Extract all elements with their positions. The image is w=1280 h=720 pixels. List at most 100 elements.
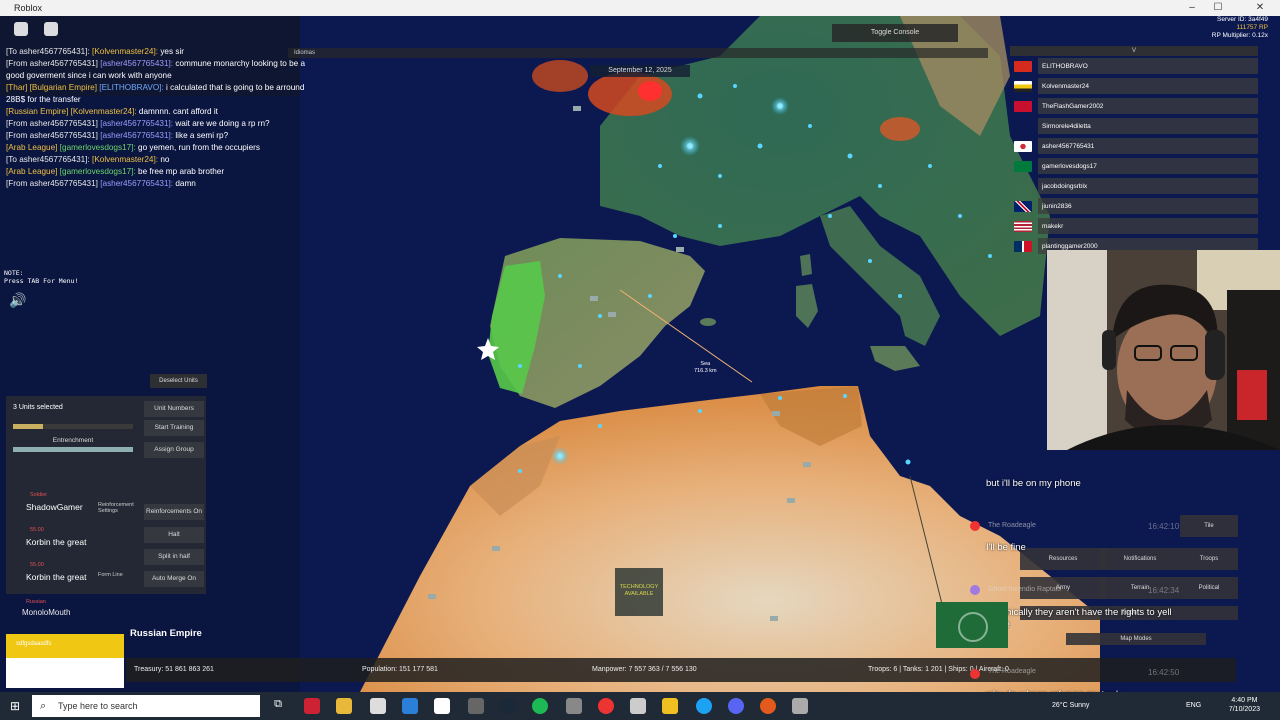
unit-name: Korbin the great (26, 572, 87, 582)
chat-line: 28B$ for the transfer (6, 95, 81, 104)
player-list-header[interactable]: V (1010, 46, 1258, 56)
player-name: jiunin2836 (1038, 198, 1258, 214)
spotify-icon[interactable] (532, 698, 548, 714)
app-icon[interactable] (662, 698, 678, 714)
unit-numbers-button[interactable]: Unit Numbers (144, 401, 204, 417)
streamer-image (1047, 250, 1280, 450)
unit-panel: 3 Units selected Entrenchment Unit Numbe… (6, 396, 206, 594)
weather-widget[interactable]: 26°C Sunny (1052, 692, 1089, 720)
taskbar-search-input[interactable]: ⌕ Type here to search (32, 695, 260, 717)
task-view-icon[interactable]: ⧉ (270, 698, 286, 714)
unit-name: MonoloMouth (22, 608, 71, 617)
menu-note: NOTE: Press TAB For Menu! (4, 269, 78, 285)
user-avatar (970, 669, 980, 679)
halt-button[interactable]: Halt (144, 527, 204, 543)
minimize-icon[interactable]: – (1180, 0, 1204, 16)
player-row[interactable]: makekr (1010, 216, 1258, 236)
chrome-icon[interactable] (598, 698, 614, 714)
unit-name: ShadowGamer (26, 502, 83, 512)
top-strip-label: Idiomas (294, 50, 316, 56)
stream-chat-user: The Roadeagle (988, 668, 1036, 675)
mail-icon[interactable] (402, 698, 418, 714)
edge-icon[interactable] (696, 698, 712, 714)
nation-flag-label: sdfgsdaasdfs (16, 641, 52, 647)
player-row[interactable]: Kolvenmaster24 (1010, 76, 1258, 96)
top-strip: Idiomas (288, 48, 988, 58)
unit-tag: 55.00 (30, 562, 44, 568)
server-info: Server ID: 3a4f49 111757 RP RP Multiplie… (1212, 16, 1268, 40)
app-icon[interactable] (468, 698, 484, 714)
unit-sub: Reinforcement Settings (98, 502, 134, 514)
chat-line: [Thar] [Bulgarian Empire] [ELITHOBRAVO]:… (6, 83, 305, 92)
player-row[interactable]: jiunin2836 (1010, 196, 1258, 216)
chat-line: [Russian Empire] [Kolvenmaster24]: damnn… (6, 107, 218, 116)
entrenchment-label: Entrenchment (52, 437, 94, 444)
speaker-icon[interactable]: 🔊 (9, 292, 26, 309)
discord-icon[interactable] (728, 698, 744, 714)
stream-sticker (936, 602, 1008, 648)
player-row[interactable]: gamerlovesdogs17 (1010, 156, 1258, 176)
unit-item[interactable]: 55.00 Korbin the great (18, 527, 133, 549)
close-icon[interactable]: ✕ (1248, 0, 1272, 16)
chat-toggle-icon[interactable] (44, 22, 58, 36)
stream-chat-time: 16:42:50 (1148, 668, 1180, 677)
app-icon[interactable] (630, 698, 646, 714)
toggle-console-button[interactable]: Toggle Console (832, 24, 958, 42)
auto-merge-button[interactable]: Auto Merge On (144, 571, 204, 587)
app-icon[interactable] (304, 698, 320, 714)
flag-icon (1014, 80, 1032, 92)
unit-item[interactable]: Russian MonoloMouth (22, 599, 71, 617)
system-clock[interactable]: 4:40 PM 7/10/2023 (1229, 696, 1260, 714)
app-icon[interactable] (760, 698, 776, 714)
player-name: Sirmorele4diletta (1038, 118, 1258, 134)
player-name: ELITHOBRAVO (1038, 58, 1258, 74)
unit-tag: Soldier (30, 492, 48, 498)
nation-flag[interactable]: sdfgsdaasdfs (6, 634, 124, 688)
rp-points: 111757 RP (1236, 24, 1268, 31)
search-icon: ⌕ (40, 700, 47, 712)
treasury: Treasury: 51 861 863 261 (134, 666, 214, 673)
player-row[interactable]: asher4567765431 (1010, 136, 1258, 156)
start-training-button[interactable]: Start Training (144, 420, 204, 436)
split-half-button[interactable]: Split in half (144, 549, 204, 565)
roblox-icon[interactable] (792, 698, 808, 714)
note-title: NOTE: (4, 269, 24, 277)
app-icon[interactable] (566, 698, 582, 714)
nation-name: Russian Empire (130, 628, 202, 639)
unit-name: Korbin the great (26, 537, 87, 547)
roblox-menu-icon[interactable] (14, 22, 28, 36)
reinforcements-button[interactable]: Reinforcements On (144, 504, 204, 520)
chat-line: [From asher4567765431] [asher4567765431]… (6, 119, 270, 128)
unit-item[interactable]: Soldier ShadowGamer Reinforcement Settin… (18, 492, 134, 514)
player-row[interactable]: TheFlashGamer2002 (1010, 96, 1258, 116)
player-name: gamerlovesdogs17 (1038, 158, 1258, 174)
technology-available-button[interactable]: TECHNOLOGY AVAILABLE (615, 568, 663, 616)
deselect-units-button[interactable]: Deselect Units (150, 374, 207, 388)
assign-group-button[interactable]: Assign Group (144, 442, 204, 458)
clock-date: 7/10/2023 (1228, 706, 1260, 713)
stream-chat-message: Technically they aren't have the rights … (986, 607, 1172, 630)
search-placeholder: Type here to search (58, 701, 138, 711)
maximize-icon[interactable]: ☐ (1206, 0, 1230, 16)
player-name: asher4567765431 (1038, 138, 1258, 154)
language-indicator[interactable]: ENG (1186, 692, 1201, 720)
document-icon[interactable] (434, 698, 450, 714)
file-explorer-icon[interactable] (336, 698, 352, 714)
stream-chat-time: 16:42:10 (1148, 522, 1180, 531)
chat-line: [From asher4567765431] [asher4567765431]… (6, 59, 306, 68)
player-name: jacobdoingsrblx (1038, 178, 1258, 194)
windows-start-icon[interactable]: ⊞ (0, 692, 30, 720)
player-row[interactable]: jacobdoingsrblx (1010, 176, 1258, 196)
unit-item[interactable]: 55.00 Korbin the great Form Line (18, 562, 133, 584)
player-row[interactable]: Sirmorele4diletta (1010, 116, 1258, 136)
troops-button[interactable]: Troops (1180, 548, 1238, 570)
user-avatar (970, 521, 980, 531)
steam-icon[interactable] (500, 698, 516, 714)
political-button[interactable]: Political (1180, 577, 1238, 599)
player-row[interactable]: ELITHOBRAVO (1010, 56, 1258, 76)
distance-label: Sea 716.3 km (694, 361, 717, 375)
stream-chat-user: The Roadeagle (988, 522, 1036, 529)
server-id: Server ID: 3a4f49 (1217, 16, 1268, 23)
store-icon[interactable] (370, 698, 386, 714)
tile-button[interactable]: Tile (1180, 515, 1238, 537)
